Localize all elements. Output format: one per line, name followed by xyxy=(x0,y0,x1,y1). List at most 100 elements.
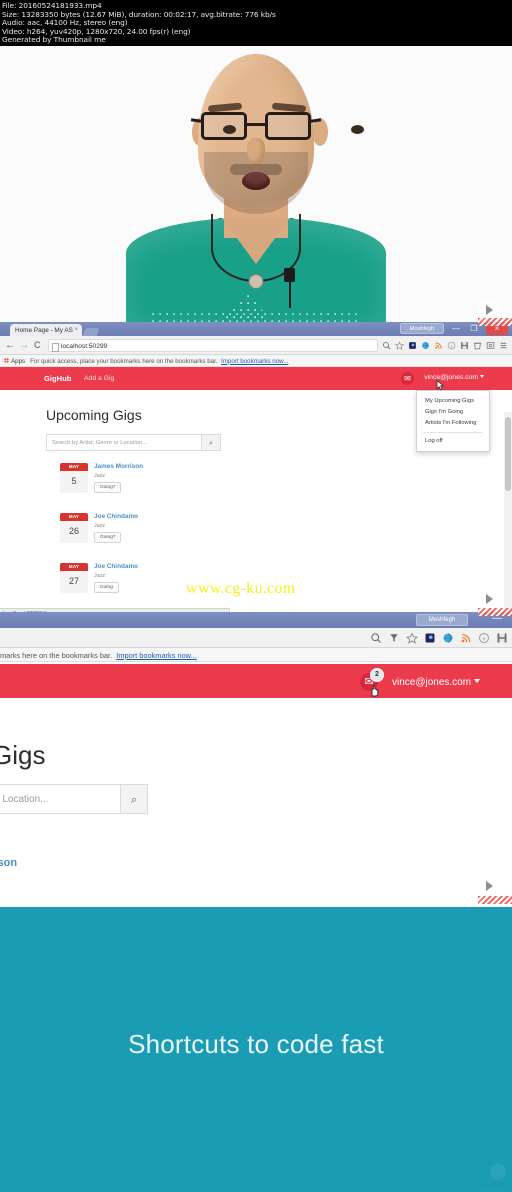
user-menu-button[interactable]: vince@jones.com xyxy=(392,677,481,688)
gig-day: 26 xyxy=(68,526,79,536)
toolbar-icons xyxy=(370,632,508,644)
gighub-navbar: ✉ 2 vince@jones.com xyxy=(0,664,512,698)
play-icon[interactable] xyxy=(478,588,500,610)
brand-logo[interactable]: GigHub xyxy=(44,374,71,383)
gig-going-button[interactable]: Going? xyxy=(94,532,122,543)
save-icon[interactable] xyxy=(460,341,469,350)
browser-window-top: Home Page - My AS × Moshfegh — ❐ × ← → C… xyxy=(0,322,512,619)
filter-icon[interactable] xyxy=(388,632,400,644)
rss-icon[interactable] xyxy=(434,341,443,350)
gig-genre: Jazz xyxy=(94,573,106,579)
nose xyxy=(247,138,265,164)
zoom-icon[interactable] xyxy=(382,341,391,350)
address-bar[interactable]: localhost:50299 xyxy=(48,339,378,352)
bookmarks-bar: Apps For quick access, place your bookmar… xyxy=(0,355,512,367)
info-icon[interactable] xyxy=(447,341,456,350)
search-button[interactable]: ⌕ xyxy=(120,784,148,814)
navigation-toolbar: ← → C localhost:50299 xyxy=(0,336,512,355)
gig-going-button[interactable]: Going? xyxy=(94,482,122,493)
gig-list-item[interactable]: MAY 5 James Morrison Jazz Going? xyxy=(60,463,260,503)
page-title: Upcoming Gigs xyxy=(46,407,142,423)
lavalier-microphone-icon xyxy=(284,268,295,282)
menu-item-log-off[interactable]: Log off xyxy=(417,436,489,447)
screenshot-icon[interactable] xyxy=(486,341,495,350)
play-icon[interactable] xyxy=(478,875,500,897)
star-icon[interactable] xyxy=(395,341,404,350)
video-thumbnail-title-slide: Shortcuts to code fast 00:01:48 xyxy=(0,907,512,1192)
necklace-pendant xyxy=(248,274,264,289)
toolbar-icons xyxy=(382,339,508,352)
menu-icon[interactable] xyxy=(499,341,508,350)
back-icon[interactable]: ← xyxy=(5,340,15,351)
gig-month: MAY xyxy=(60,463,88,471)
chevron-down-icon xyxy=(474,679,481,683)
chevron-down-icon xyxy=(480,374,484,378)
address-bar-text: localhost:50299 xyxy=(61,343,108,350)
file-info-header: File: 20160524181933.mp4 Size: 13283350 … xyxy=(0,0,512,46)
notification-badge: 2 xyxy=(370,668,384,682)
gig-day: 5 xyxy=(71,476,77,486)
gig-artist-link[interactable]: James Morrison xyxy=(94,463,143,470)
notifications-icon[interactable]: ✉ xyxy=(401,372,414,385)
bookmarks-bar: marks here on the bookmarks bar. Import … xyxy=(0,648,512,662)
extension-dark-icon[interactable] xyxy=(424,632,436,644)
apps-label[interactable]: Apps xyxy=(11,358,25,365)
lens-right xyxy=(265,112,364,140)
user-menu-label: vince@jones.com xyxy=(424,374,478,381)
gig-genre: Jazz xyxy=(94,523,106,529)
chrome-profile-button[interactable]: Moshfegh xyxy=(400,323,444,334)
star-icon[interactable] xyxy=(406,632,418,644)
extension-dark-icon[interactable] xyxy=(408,341,417,350)
gig-day: 27 xyxy=(68,576,79,586)
zoom-icon[interactable] xyxy=(370,632,382,644)
scrollbar-thumb[interactable] xyxy=(505,417,511,491)
rss-icon[interactable] xyxy=(460,632,472,644)
title-bar: Home Page - My AS × Moshfegh — ❐ × xyxy=(0,322,512,337)
chrome-profile-button[interactable]: Moshfegh xyxy=(416,614,468,626)
delete-icon[interactable] xyxy=(473,341,482,350)
user-dropdown-menu: My Upcoming Gigs Gigs I'm Going Artists … xyxy=(416,390,490,452)
gig-list-item[interactable]: MAY 26 Joe Chindamo Jazz Going? xyxy=(60,513,260,553)
user-menu-button[interactable]: vince@jones.com xyxy=(424,374,484,381)
gig-genre: Jazz xyxy=(94,473,106,479)
import-bookmarks-link[interactable]: Import bookmarks now... xyxy=(221,358,288,365)
menu-item-artists-im-following[interactable]: Artists I'm Following xyxy=(417,417,489,428)
tab-label: Home Page - My AS xyxy=(15,327,73,334)
gig-artist-link[interactable]: Joe Chindamo xyxy=(94,513,138,520)
forward-icon[interactable]: → xyxy=(19,340,29,351)
video-thumbnail-presenter xyxy=(0,46,512,322)
minimize-button[interactable]: — xyxy=(490,614,504,626)
globe-icon[interactable] xyxy=(421,341,430,350)
eye-left xyxy=(223,125,236,134)
eye-right xyxy=(351,125,364,134)
menu-item-gigs-im-going[interactable]: Gigs I'm Going xyxy=(417,406,489,417)
minimize-button[interactable]: — xyxy=(448,323,464,335)
search-button[interactable]: ⌕ xyxy=(201,434,221,451)
gig-going-button[interactable]: Going xyxy=(94,582,119,593)
reload-icon[interactable]: C xyxy=(34,340,41,350)
info-icon[interactable] xyxy=(478,632,490,644)
add-gig-link[interactable]: Add a Gig xyxy=(84,375,114,382)
tshirt-graphic-band xyxy=(151,310,361,322)
file-info-line-5: Generated by Thumbnail me xyxy=(2,35,106,45)
globe-icon[interactable] xyxy=(442,632,454,644)
user-menu-label: vince@jones.com xyxy=(392,677,472,688)
glasses-temple-left xyxy=(190,118,202,123)
menu-item-my-upcoming-gigs[interactable]: My Upcoming Gigs xyxy=(417,395,489,406)
presenter-figure xyxy=(106,46,406,322)
save-icon[interactable] xyxy=(496,632,508,644)
close-icon[interactable]: × xyxy=(74,327,78,333)
menu-divider xyxy=(423,431,483,433)
search-form: Search by Artist, Genre or Location... ⌕ xyxy=(46,434,221,451)
search-input[interactable]: re or Location... xyxy=(0,784,120,814)
import-bookmarks-link[interactable]: Import bookmarks now... xyxy=(116,651,197,660)
gig-artist-link[interactable]: Joe Chindamo xyxy=(94,563,138,570)
slide-timecode: 00:01:48 xyxy=(481,1183,506,1189)
mouse-cursor-icon xyxy=(436,380,445,391)
watermark: www.cg-ku.com xyxy=(186,580,296,597)
search-input[interactable]: Search by Artist, Genre or Location... xyxy=(46,434,201,451)
gig-artist-link[interactable]: Morrison xyxy=(0,857,17,869)
hand-cursor-icon xyxy=(371,685,379,697)
bookmarks-hint: marks here on the bookmarks bar. xyxy=(0,651,113,660)
apps-grid-icon[interactable] xyxy=(4,358,9,364)
